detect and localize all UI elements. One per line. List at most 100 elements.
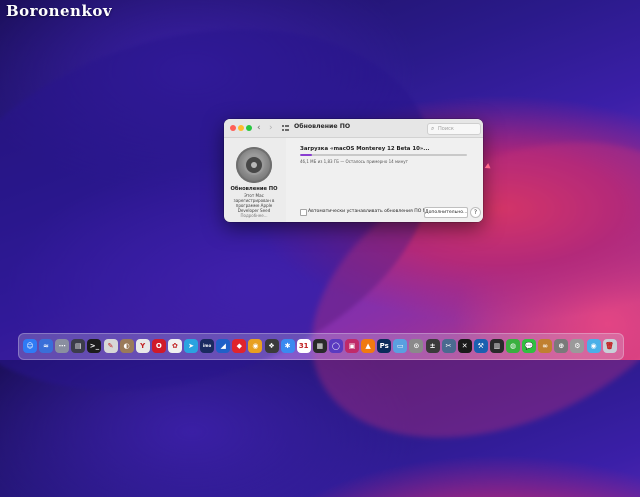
terminal-icon[interactable]: >_: [87, 339, 102, 353]
photos-icon[interactable]: ✿: [167, 339, 182, 353]
yandex-browser-icon[interactable]: Y: [135, 339, 150, 353]
cleaner-icon[interactable]: ▥: [489, 339, 504, 353]
frog-glyph: ◍: [509, 342, 517, 350]
drive-glyph: ✱: [284, 342, 291, 350]
calendar-glyph: 31: [298, 342, 309, 350]
compressor-glyph: ▣: [348, 342, 356, 350]
download-title: Загрузка «macOS Monterey 12 Beta 10»...: [300, 146, 430, 152]
imo-glyph: imo: [202, 343, 212, 348]
frog-icon[interactable]: ◍: [506, 339, 520, 353]
fcpx-icon[interactable]: ✕: [457, 339, 472, 353]
messages-glyph: 💬: [524, 342, 534, 350]
finder-icon[interactable]: ☺: [23, 339, 37, 353]
screenshot-glyph: ◉: [590, 342, 597, 350]
mission-control-glyph: ▤: [74, 342, 82, 350]
trash-glyph: 🗑: [605, 342, 615, 350]
auto-update-label[interactable]: Автоматически устанавливать обновления П…: [308, 209, 432, 214]
contacts-icon[interactable]: ◐: [119, 339, 134, 353]
cleaner-glyph: ▥: [493, 342, 501, 350]
motion-icon[interactable]: ◯: [328, 339, 343, 353]
anydesk-icon[interactable]: ◆: [232, 339, 247, 353]
window-title: Обновление ПО: [294, 123, 351, 130]
update-content: Загрузка «macOS Monterey 12 Beta 10»... …: [286, 138, 483, 222]
download-progress-fill: [300, 154, 312, 156]
search-field[interactable]: ⌕ Поиск: [427, 123, 481, 135]
dock: ☺ ≈ ⋯ ▤ >_ ✎ ◐ Y O ✿ ➤ imo ◢ ◆ ◉ ❖ ✱ 31 ▦ ◯ ▣ ▲ Ps ▭ ⊙ ± ✂ ✕ ⚒ ▥ ◍ 💬 ∞ ⊕ ⚙…: [18, 333, 624, 360]
preview-glyph: ▭: [396, 342, 404, 350]
anydesk-glyph: ◆: [236, 342, 242, 350]
utility-icon[interactable]: ⊕: [554, 339, 569, 353]
learn-more-link[interactable]: Подробнее...: [226, 213, 282, 218]
window-titlebar: ‹ › Обновление ПО ⌕ Поиск: [224, 119, 483, 138]
photoshop-icon[interactable]: Ps: [377, 339, 392, 353]
yandex-browser-glyph: Y: [140, 342, 146, 350]
script-editor-icon[interactable]: ✎: [103, 339, 118, 353]
cinema-icon[interactable]: ◉: [248, 339, 263, 353]
close-button[interactable]: [230, 125, 236, 131]
instruments-glyph: ✂: [445, 342, 452, 350]
telegram-glyph: ➤: [188, 342, 194, 350]
zoom-button[interactable]: [246, 125, 252, 131]
network-glyph: ⚙: [574, 342, 581, 350]
auto-update-checkbox[interactable]: [300, 209, 307, 216]
motion-glyph: ◯: [331, 342, 340, 350]
final-cut-glyph: ▦: [316, 342, 324, 350]
instruments-icon[interactable]: ✂: [441, 339, 456, 353]
stocks-glyph: ≈: [43, 342, 50, 350]
compressor-icon[interactable]: ▣: [345, 339, 359, 353]
calendar-icon[interactable]: 31: [296, 339, 311, 353]
show-all-preferences-icon[interactable]: [282, 125, 289, 131]
finder-glyph: ☺: [26, 342, 34, 350]
final-cut-icon[interactable]: ▦: [312, 339, 327, 353]
calculator-icon[interactable]: ±: [425, 339, 440, 353]
telegram-icon[interactable]: ➤: [184, 339, 198, 353]
network-icon[interactable]: ⚙: [570, 339, 585, 353]
resolve-icon[interactable]: ❖: [264, 339, 279, 353]
mission-control-icon[interactable]: ▤: [71, 339, 86, 353]
launchpad-glyph: ⋯: [58, 342, 66, 350]
vlc-icon[interactable]: ▲: [361, 339, 376, 353]
messages-icon[interactable]: 💬: [522, 339, 537, 353]
fcpx-glyph: ✕: [461, 342, 468, 350]
cinema-glyph: ◉: [252, 342, 259, 350]
photos-glyph: ✿: [171, 342, 178, 350]
tools-icon[interactable]: ⚒: [473, 339, 488, 353]
forward-button[interactable]: ›: [269, 122, 273, 134]
drive-icon[interactable]: ✱: [280, 339, 295, 353]
terminal-glyph: >_: [89, 342, 100, 350]
watermark: Boronenkov: [6, 2, 113, 20]
back-button[interactable]: ‹: [257, 122, 261, 134]
nord-icon[interactable]: ◢: [216, 339, 231, 353]
photoshop-glyph: Ps: [379, 342, 389, 350]
launchpad-icon[interactable]: ⋯: [55, 339, 70, 353]
software-update-window: ‹ › Обновление ПО ⌕ Поиск Обновление ПО …: [224, 119, 483, 222]
pane-title: Обновление ПО: [230, 186, 278, 192]
advanced-button[interactable]: Дополнительно...: [424, 207, 468, 218]
disk-utility-glyph: ⊙: [413, 342, 420, 350]
contacts-glyph: ◐: [123, 342, 130, 350]
stocks-icon[interactable]: ≈: [39, 339, 54, 353]
download-status: 46,1 МБ из 1,83 ГБ — Осталось примерно 1…: [300, 159, 408, 164]
opera-glyph: O: [155, 342, 162, 350]
script-editor-glyph: ✎: [107, 342, 114, 350]
search-icon: ⌕: [431, 125, 435, 132]
help-button[interactable]: ?: [470, 207, 481, 218]
lasso-icon[interactable]: ∞: [538, 339, 553, 353]
software-update-gear-icon: [236, 147, 272, 183]
imo-icon[interactable]: imo: [200, 339, 215, 353]
tools-glyph: ⚒: [477, 342, 484, 350]
lasso-glyph: ∞: [542, 342, 549, 350]
disk-utility-icon[interactable]: ⊙: [409, 339, 424, 353]
resolve-glyph: ❖: [268, 342, 275, 350]
seed-description: Этот Mac зарегистрирован в программе App…: [233, 193, 275, 213]
download-progress-bar: [300, 154, 467, 156]
search-placeholder: Поиск: [438, 126, 454, 132]
opera-icon[interactable]: O: [151, 339, 166, 353]
minimize-button[interactable]: [238, 125, 244, 131]
screenshot-icon[interactable]: ◉: [586, 339, 601, 353]
vlc-glyph: ▲: [365, 342, 371, 350]
trash-icon[interactable]: 🗑: [602, 339, 617, 353]
utility-glyph: ⊕: [558, 342, 565, 350]
preview-icon[interactable]: ▭: [393, 339, 408, 353]
nord-glyph: ◢: [220, 342, 226, 350]
